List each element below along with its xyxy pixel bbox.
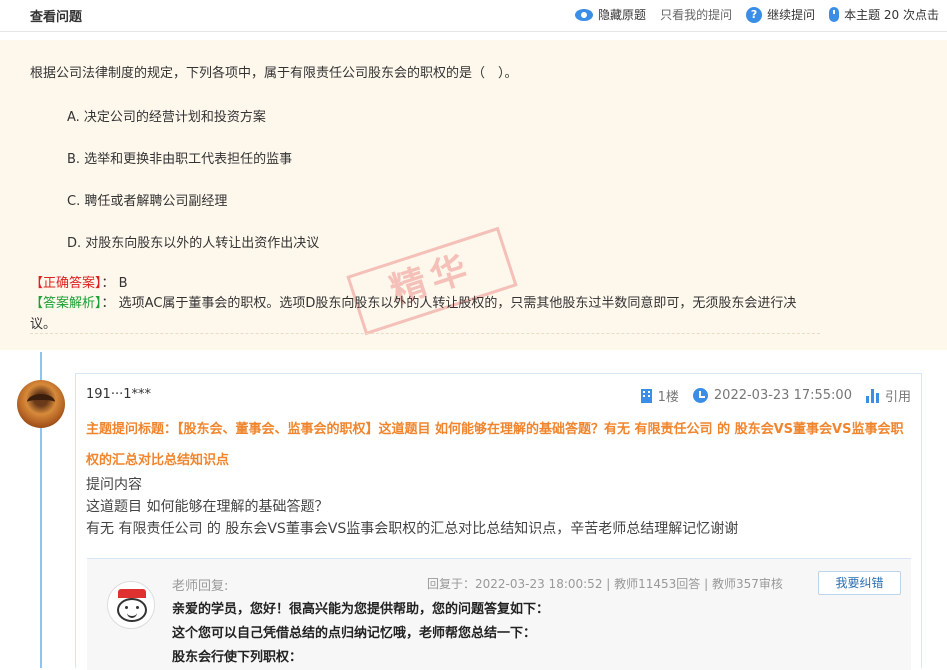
question-text: 根据公司法律制度的规定，下列各项中，属于有限责任公司股东会的职权的是（ ）。 [30, 66, 518, 81]
post-time: 2022-03-23 17:55:00 [692, 388, 852, 403]
cap-icon [118, 589, 146, 598]
only-mine-label: 只看我的提问 [660, 8, 733, 22]
floor-label: 1楼 [657, 390, 679, 405]
reply-line: 亲爱的学员，您好！很高兴能为您提供帮助，您的问题答复如下： [172, 602, 550, 617]
option-a: A. 决定公司的经营计划和投资方案 [67, 110, 266, 125]
smiley-icon [117, 598, 147, 622]
only-mine-button[interactable]: 只看我的提问 [660, 6, 732, 23]
answer-analysis: 【答案解析】： 选项AC属于董事会的职权。选项D股东向股东以外的人转让股权的，只… [30, 293, 820, 335]
question-icon: ? [746, 6, 763, 23]
topic-title: 主题提问标题：【股东会、董事会、监事会的职权】这道题目 如何能够在理解的基础答题… [86, 422, 904, 468]
post-meta: 1楼 2022-03-23 17:55:00 引用 [640, 386, 911, 405]
floor-number: 1楼 [640, 386, 679, 405]
reply-meta: 回复于：2022-03-23 18:00:52 | 教师11453回答 | 教师… [427, 577, 783, 591]
post-content: 提问内容 这道题目 如何能够在理解的基础答题？ 有无 有限责任公司 的 股东会V… [86, 474, 738, 540]
page-title: 查看问题 [30, 10, 83, 25]
teacher-reply: 老师回复: 回复于：2022-03-23 18:00:52 | 教师11453回… [87, 558, 911, 670]
mouse-icon [829, 7, 840, 22]
report-error-button[interactable]: 我要纠错 [818, 571, 901, 595]
post-card: 191···1*** 1楼 2022-03-23 17:55:00 引用 主题提… [75, 373, 922, 670]
building-icon [640, 388, 652, 403]
top-bar: 查看问题 隐藏原题 只看我的提问 ? 继续提问 本主题 20 次点击 [0, 0, 947, 32]
teacher-avatar [107, 581, 155, 629]
avatar[interactable] [17, 380, 65, 428]
continue-ask-label: 继续提问 [767, 8, 816, 22]
correct-answer: 【正确答案】： B [30, 272, 128, 291]
bar-chart-icon [865, 388, 879, 403]
option-b: B. 选举和更换非由职工代表担任的监事 [67, 152, 293, 167]
divider [30, 333, 820, 334]
quote-label: 引用 [884, 390, 911, 405]
hide-question-button[interactable]: 隐藏原题 [575, 6, 646, 23]
continue-ask-button[interactable]: ? 继续提问 [746, 6, 815, 23]
clock-icon [692, 388, 708, 403]
click-count: 本主题 20 次点击 [829, 6, 939, 23]
option-d: D. 对股东向股东以外的人转让出资作出决议 [67, 236, 320, 251]
correct-answer-sep: ： [101, 276, 115, 291]
correct-answer-tag: 【正确答案】 [30, 276, 102, 291]
click-count-label: 本主题 20 次点击 [844, 8, 939, 22]
reply-line: 股东会行使下列职权： [172, 650, 303, 665]
analysis-text: 选项AC属于董事会的职权。选项D股东向股东以外的人转让股权的，只需其他股东过半数… [30, 296, 797, 332]
analysis-tag: 【答案解析】 [30, 296, 102, 311]
top-actions: 隐藏原题 只看我的提问 ? 继续提问 本主题 20 次点击 [575, 6, 939, 23]
content-line: 有无 有限责任公司 的 股东会VS董事会VS监事会职权的汇总对比总结知识点，辛苦… [86, 521, 739, 537]
analysis-sep: ： [101, 296, 115, 311]
eagle-icon [27, 394, 55, 410]
option-c: C. 聘任或者解聘公司副经理 [67, 194, 228, 209]
post-username: 191···1*** [86, 387, 151, 402]
hide-question-label: 隐藏原题 [598, 8, 647, 22]
reply-body: 亲爱的学员，您好！很高兴能为您提供帮助，您的问题答复如下： 这个您可以自己凭借总… [172, 598, 549, 670]
reply-line: 这个您可以自己凭借总结的点归纳记忆哦，老师帮您总结一下： [172, 626, 537, 641]
eye-icon [575, 8, 594, 21]
content-label: 提问内容 [86, 477, 142, 493]
content-line: 这道题目 如何能够在理解的基础答题？ [86, 499, 329, 515]
quote-button[interactable]: 引用 [865, 386, 911, 405]
post-time-label: 2022-03-23 17:55:00 [713, 388, 852, 403]
reply-label: 老师回复: [172, 579, 229, 594]
correct-answer-value: B [118, 276, 128, 291]
question-panel: 根据公司法律制度的规定，下列各项中，属于有限责任公司股东会的职权的是（ ）。 A… [0, 40, 947, 350]
